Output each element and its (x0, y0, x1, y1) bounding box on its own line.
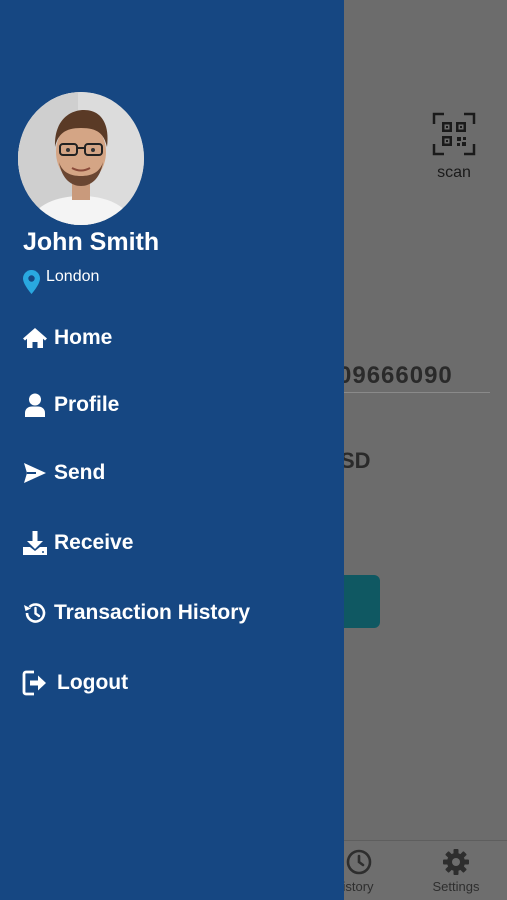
menu-label-receive: Receive (54, 531, 134, 554)
qr-code-icon (432, 112, 476, 156)
user-location: London (23, 268, 99, 294)
user-photo (18, 92, 144, 225)
tab-settings-label: Settings (432, 879, 480, 894)
logout-icon (22, 670, 48, 696)
map-pin-icon (23, 270, 40, 294)
menu-item-profile[interactable]: Profile (22, 392, 119, 418)
menu-label-transaction-history: Transaction History (54, 601, 251, 624)
account-number: 09666090 (338, 362, 453, 389)
menu-label-send: Send (54, 461, 106, 484)
menu-item-home[interactable]: Home (22, 325, 112, 351)
side-drawer: John Smith London Home Profile Send Rece… (0, 0, 344, 900)
menu-item-logout[interactable]: Logout (22, 670, 128, 696)
menu-item-receive[interactable]: Receive (22, 530, 133, 556)
location-label: London (46, 268, 100, 285)
tab-settings[interactable]: Settings (416, 847, 496, 894)
user-icon (22, 392, 48, 418)
user-name: John Smith (23, 228, 160, 256)
menu-item-send[interactable]: Send (22, 460, 105, 486)
receive-icon (22, 530, 48, 556)
menu-label-logout: Logout (57, 671, 129, 694)
history-icon (346, 849, 372, 875)
currency-label: SD (340, 448, 371, 473)
home-icon (22, 325, 48, 351)
avatar[interactable] (18, 92, 144, 225)
history-icon (22, 600, 48, 626)
menu-label-profile: Profile (54, 393, 120, 416)
menu-item-transaction-history[interactable]: Transaction History (22, 600, 250, 626)
gear-icon (443, 849, 469, 875)
scan-label: scan (437, 164, 471, 181)
input-underline (344, 392, 490, 393)
send-icon (22, 460, 48, 486)
scan-button[interactable]: scan (430, 112, 478, 182)
menu-label-home: Home (54, 326, 113, 349)
